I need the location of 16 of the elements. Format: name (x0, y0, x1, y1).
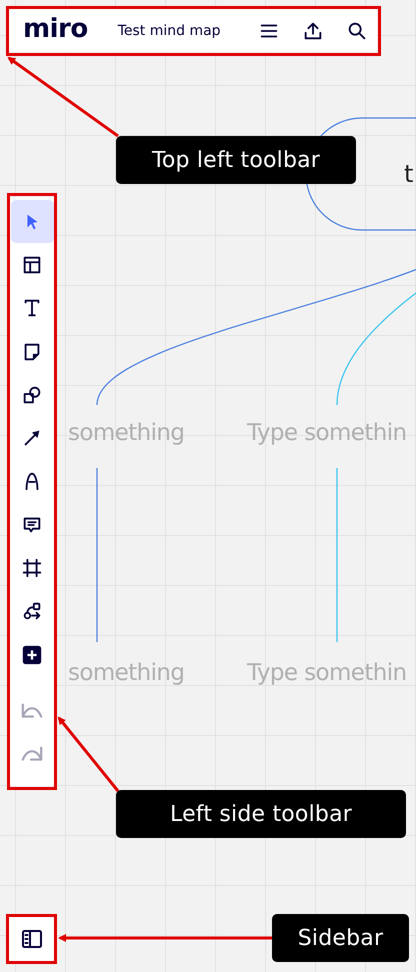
board-title[interactable]: Test mind map (116, 20, 223, 40)
cursor-tool-button[interactable] (10, 200, 54, 244)
node-text[interactable]: something (68, 420, 184, 446)
diagram-icon (21, 600, 43, 622)
node-text[interactable]: something (68, 660, 184, 686)
node-text[interactable]: Type somethin (247, 420, 407, 446)
sidebar-button[interactable] (9, 916, 55, 961)
highlight-frame (6, 914, 57, 964)
frame-icon (21, 557, 43, 580)
node-text[interactable]: Type somethin (247, 660, 407, 686)
plus-icon (21, 644, 43, 666)
annotation-label: Left side toolbar (116, 790, 406, 838)
annotation-label: Top left toolbar (116, 136, 356, 184)
node-text[interactable]: t (404, 160, 414, 188)
annotation-label: Sidebar (272, 914, 409, 962)
miro-logo: miro (22, 14, 89, 44)
